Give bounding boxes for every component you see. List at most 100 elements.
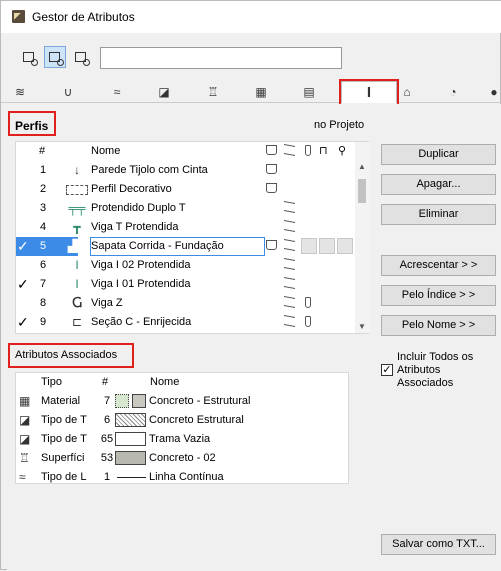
- beam-flag-icon[interactable]: [284, 277, 295, 289]
- row-type: Tipo de L: [41, 471, 87, 483]
- list-item[interactable]: ≈ Tipo de L 1 Linha Contínua: [16, 468, 348, 487]
- beam-flag-icon[interactable]: [284, 258, 295, 270]
- row-name: Perfil Decorativo: [91, 183, 172, 195]
- list-item[interactable]: ◪ Tipo de T 6 Concreto Estrutural: [16, 411, 348, 430]
- column-name: Nome: [91, 145, 121, 157]
- tab-surfaces[interactable]: ♖: [198, 83, 228, 101]
- row-type: Superfíci: [41, 452, 85, 464]
- column-flag-cell[interactable]: [301, 238, 317, 254]
- list-item[interactable]: ✓ 7 Ι Viga I 01 Protendida: [16, 275, 368, 294]
- list-item[interactable]: ✓ 9 ⊏ Seção C - Enrijecida: [16, 313, 368, 332]
- save-txt-button[interactable]: Salvar como TXT...: [381, 534, 496, 555]
- swatch: [115, 451, 146, 465]
- beam-flag-icon[interactable]: [284, 315, 295, 327]
- wall-flag-icon[interactable]: [266, 183, 277, 193]
- search-mode-3-button[interactable]: [70, 46, 92, 68]
- remove-button[interactable]: Eliminar: [381, 204, 496, 225]
- beam-flag-icon[interactable]: [284, 201, 295, 213]
- fill-icon: ◪: [158, 85, 170, 99]
- profiles-list-header: # Nome ⊓ ⚲: [16, 142, 368, 160]
- check-icon: ✓: [17, 238, 29, 254]
- beam-flag-icon[interactable]: [284, 296, 295, 308]
- append-button[interactable]: Acrescentar > >: [381, 255, 496, 276]
- column-name: Nome: [150, 376, 180, 388]
- tab-mep[interactable]: ◔: [438, 83, 468, 101]
- list-item-selected[interactable]: ✓ 5 ▟▙ Sapata Corrida - Fundação: [16, 237, 368, 256]
- surface-icon: ♖: [207, 85, 219, 99]
- row-num: 6: [103, 414, 111, 426]
- tab-composites[interactable]: ▤: [294, 83, 324, 101]
- include-all-checkbox[interactable]: ✓: [381, 364, 393, 376]
- pen-icon: ∪: [63, 85, 73, 99]
- railing-flag-cell[interactable]: [319, 238, 335, 254]
- swatch: [115, 413, 146, 427]
- row-name: Sapata Corrida - Fundação: [91, 240, 224, 252]
- scroll-up-icon[interactable]: ▲: [358, 162, 366, 171]
- list-item[interactable]: ◪ Tipo de T 65 Trama Vazia: [16, 430, 348, 449]
- wall-flag-icon[interactable]: [266, 240, 277, 250]
- profiles-scrollbar[interactable]: ▲ ▼: [355, 142, 369, 333]
- list-item[interactable]: ♖ Superfíci 53 Concreto - 02: [16, 449, 348, 468]
- zone-icon: ⌂: [403, 85, 411, 99]
- line-type-icon: ≈: [19, 470, 26, 484]
- row-name: Seção C - Enrijecida: [91, 316, 192, 328]
- list-item[interactable]: 1 ↓ Parede Tijolo com Cinta: [16, 161, 368, 180]
- stair-flag-cell[interactable]: [337, 238, 353, 254]
- tab-line-types[interactable]: ≈: [102, 83, 132, 101]
- delete-button[interactable]: Apagar...: [381, 174, 496, 195]
- by-name-button[interactable]: Pelo Nome > >: [381, 315, 496, 336]
- row-num: 1: [103, 471, 111, 483]
- tab-layers[interactable]: ≋: [5, 83, 35, 101]
- surface-icon: ♖: [19, 451, 30, 465]
- profile-thumb-icon: [66, 185, 88, 195]
- associated-label-highlight: [8, 343, 134, 368]
- search-input[interactable]: [100, 47, 342, 69]
- check-icon: ✓: [17, 276, 29, 292]
- scroll-thumb[interactable]: [358, 179, 366, 203]
- row-num: 65: [100, 433, 114, 445]
- duplicate-button[interactable]: Duplicar: [381, 144, 496, 165]
- column-num: #: [102, 376, 109, 388]
- by-index-button[interactable]: Pelo Índice > >: [381, 285, 496, 306]
- list-item[interactable]: 8 Ⴚ Viga Z: [16, 294, 368, 313]
- tab-fills[interactable]: ◪: [149, 83, 179, 101]
- beam-flag-icon[interactable]: [284, 220, 295, 232]
- list-item[interactable]: 2 Perfil Decorativo: [16, 180, 368, 199]
- wall-flag-icon[interactable]: [266, 164, 277, 174]
- fill-icon: ◪: [19, 413, 31, 427]
- column-flag-icon[interactable]: [305, 297, 311, 308]
- column-flag-icon: [305, 145, 311, 156]
- profile-thumb-icon: ↓: [74, 163, 80, 177]
- list-item[interactable]: ▦ Material 7 Concreto - Estrutural: [16, 392, 348, 411]
- tab-globe[interactable]: ●: [486, 83, 501, 101]
- row-name: Parede Tijolo com Cinta: [91, 164, 208, 176]
- search-mode-1-button[interactable]: [18, 46, 40, 68]
- tab-pens[interactable]: ∪: [53, 83, 83, 101]
- row-type: Tipo de T: [41, 433, 87, 445]
- search-icon: [49, 52, 64, 66]
- app-icon: [12, 10, 25, 23]
- row-name: Viga T Protendida: [91, 221, 179, 233]
- list-item[interactable]: 6 Ι Viga I 02 Protendida: [16, 256, 368, 275]
- swatch: [115, 394, 129, 408]
- scroll-down-icon[interactable]: ▼: [358, 322, 366, 331]
- railing-flag-icon: ⊓: [319, 145, 328, 157]
- tab-building-materials[interactable]: ▦: [246, 83, 276, 101]
- row-name: Protendido Duplo T: [91, 202, 186, 214]
- search-mode-2-button[interactable]: [44, 46, 66, 68]
- list-item[interactable]: 3 ╤╤ Protendido Duplo T: [16, 199, 368, 218]
- fill-icon: ◪: [19, 432, 31, 446]
- row-name: Concreto - 02: [149, 452, 216, 464]
- beam-flag-icon[interactable]: [284, 239, 295, 251]
- stair-flag-icon: ⚲: [338, 145, 347, 157]
- globe-icon: ●: [490, 85, 498, 99]
- swatch: [132, 394, 146, 408]
- title-bar: Gestor de Atributos: [1, 1, 501, 33]
- column-flag-icon[interactable]: [305, 316, 311, 327]
- row-num: 5: [39, 240, 47, 252]
- profile-thumb-icon: Ι: [75, 258, 79, 272]
- line-type-icon: ≈: [113, 85, 121, 99]
- composite-icon: ▤: [303, 85, 315, 99]
- row-num: 3: [39, 202, 47, 214]
- list-item[interactable]: 4 ┳ Viga T Protendida: [16, 218, 368, 237]
